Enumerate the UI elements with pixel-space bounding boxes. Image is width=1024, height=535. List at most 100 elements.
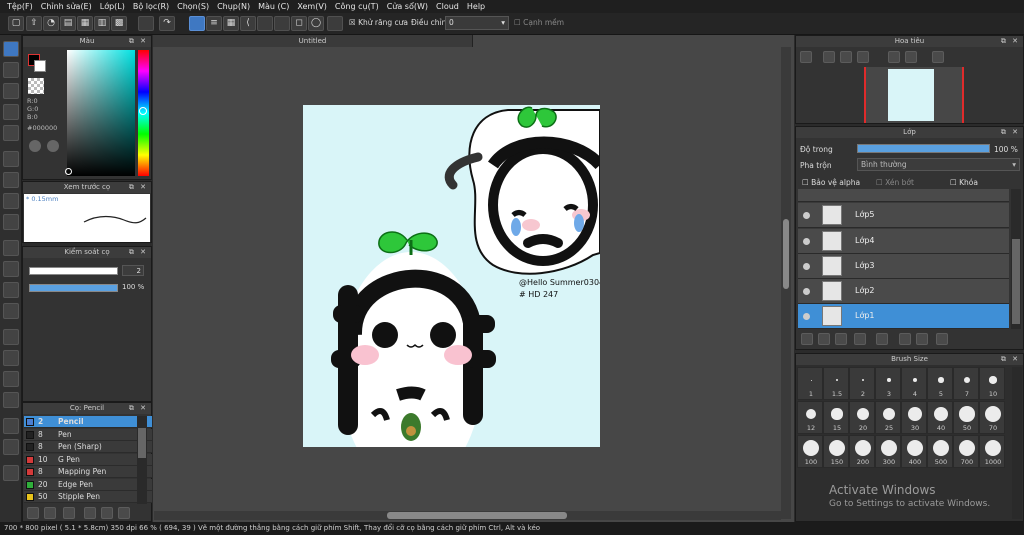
visibility-icon[interactable] [803, 263, 810, 270]
visibility-icon[interactable] [803, 238, 810, 245]
scrollbar-thumb[interactable] [138, 428, 146, 458]
adjust-select[interactable]: 0 ▾ [445, 16, 509, 30]
menu-item[interactable]: Bộ lọc(R) [129, 2, 173, 11]
brush-size-value[interactable]: 2 [122, 265, 144, 276]
brush-item[interactable]: 20 Edge Pen [24, 478, 152, 491]
flip-icon[interactable] [932, 51, 944, 63]
brush-item[interactable]: 8 Pen (Sharp) [24, 441, 152, 453]
tool-19[interactable] [3, 439, 19, 455]
brush-size-cell[interactable]: 400 [901, 435, 927, 468]
snap-off-button[interactable] [189, 16, 205, 31]
tool-13[interactable] [3, 303, 19, 319]
brush-size-cell[interactable]: 40 [927, 401, 953, 434]
tool-10[interactable] [3, 240, 19, 256]
menu-item[interactable]: Màu (C) [254, 2, 293, 11]
brush-size-cell[interactable]: 4 [901, 367, 927, 400]
brush-size-cell[interactable]: 12 [797, 401, 823, 434]
canvas-hscroll[interactable] [154, 511, 781, 520]
canvas-vscroll[interactable] [781, 47, 791, 519]
tool-18[interactable] [3, 418, 19, 434]
menu-item[interactable]: Cloud [432, 2, 463, 11]
brush-size-cell[interactable]: 70 [979, 401, 1005, 434]
brush-size-cell[interactable]: 700 [953, 435, 979, 468]
new-file-button[interactable]: ▢ [8, 16, 24, 31]
layer-menu-icon[interactable] [854, 333, 866, 345]
brush-list-scrollbar[interactable] [137, 416, 147, 504]
tool-4[interactable] [3, 104, 19, 120]
brush-size-cell[interactable]: 7 [953, 367, 979, 400]
folder-icon[interactable] [876, 333, 888, 345]
export-button[interactable]: ⇧ [26, 16, 42, 31]
navigator-view[interactable] [864, 67, 964, 123]
soft-edge-checkbox[interactable]: ☐ Cạnh mềm [514, 18, 564, 27]
close-icon[interactable]: ⧉ ✕ [129, 403, 148, 414]
hue-handle[interactable] [139, 107, 147, 115]
tool-12[interactable] [3, 282, 19, 298]
merge-layer-icon[interactable] [916, 333, 928, 345]
delete-layer-icon[interactable] [936, 333, 948, 345]
menu-item[interactable]: Xem(V) [293, 2, 331, 11]
visibility-icon[interactable] [803, 313, 810, 320]
close-icon[interactable]: ⧉ ✕ [1001, 127, 1020, 138]
brush-size-cell[interactable]: 2 [849, 367, 875, 400]
scrollbar-thumb[interactable] [1012, 239, 1020, 324]
speech-icon-button[interactable]: ◔ [43, 16, 59, 31]
image-button[interactable]: ▦ [77, 16, 93, 31]
brush-size-cell[interactable]: 150 [823, 435, 849, 468]
menu-item[interactable]: Lớp(L) [96, 2, 129, 11]
gradient-tool[interactable] [3, 193, 19, 209]
snap-curve-button[interactable] [274, 16, 290, 31]
snap-ellipse-button[interactable]: ◻ [291, 16, 307, 31]
brush-size-cell[interactable]: 10 [979, 367, 1005, 400]
brush-size-cell[interactable]: 30 [901, 401, 927, 434]
menu-item[interactable]: Help [463, 2, 489, 11]
brush-size-cell[interactable]: 5 [927, 367, 953, 400]
alpha-checkbox[interactable]: ☐ Bảo vệ alpha [802, 178, 860, 187]
saturation-value-picker[interactable] [67, 50, 135, 176]
menu-item[interactable]: Chọn(S) [173, 2, 213, 11]
undo-button[interactable] [138, 16, 154, 31]
rotate-left-icon[interactable] [888, 51, 900, 63]
brush-tool[interactable] [3, 41, 19, 57]
add-layer-1bit-icon[interactable] [835, 333, 847, 345]
rotate-right-icon[interactable] [905, 51, 917, 63]
brush-item[interactable]: 8 Mapping Pen [24, 466, 152, 478]
tool-17[interactable] [3, 392, 19, 408]
visibility-icon[interactable] [803, 288, 810, 295]
add-layer-icon[interactable] [801, 333, 813, 345]
brush-size-cell[interactable]: 500 [927, 435, 953, 468]
brush-size-cell[interactable]: 1000 [979, 435, 1005, 468]
layer-row-partial[interactable] [798, 189, 1009, 202]
brush-size-cell[interactable]: 300 [875, 435, 901, 468]
brush-size-scrollbar[interactable] [1012, 367, 1022, 519]
layer-row[interactable]: Lớp3 [798, 254, 1009, 279]
close-icon[interactable]: ⧉ ✕ [1001, 36, 1020, 47]
opacity-slider[interactable] [857, 144, 990, 153]
zoom-in-icon[interactable] [800, 51, 812, 63]
zoom-out-icon[interactable] [823, 51, 835, 63]
hscroll-thumb[interactable] [387, 512, 567, 519]
brush-item[interactable]: 2 Pencil [24, 416, 152, 428]
brush-item[interactable]: 50 Stipple Pen [24, 491, 152, 503]
layer-row[interactable]: Lớp5 [798, 203, 1009, 228]
layer-row[interactable]: Lớp2 [798, 279, 1009, 304]
artboard[interactable]: @Hello Summer0304 # HD 247 [303, 105, 605, 488]
close-icon[interactable]: ⧉ ✕ [1001, 354, 1020, 365]
add-brush-icon[interactable] [27, 507, 39, 519]
antialias-checkbox[interactable]: ☒ Khử răng cưa [349, 18, 408, 27]
brush-size-cell[interactable]: 200 [849, 435, 875, 468]
snap-circle-button[interactable]: ◯ [308, 16, 324, 31]
tool-15[interactable] [3, 350, 19, 366]
close-icon[interactable]: ⧉ ✕ [129, 36, 148, 47]
tool-11[interactable] [3, 261, 19, 277]
transparent-swatch[interactable] [28, 78, 44, 94]
hue-slider[interactable] [138, 50, 149, 176]
brush-size-slider[interactable] [29, 267, 118, 275]
select-tool[interactable] [3, 83, 19, 99]
tool-9[interactable] [3, 214, 19, 230]
blend-select[interactable]: Bình thường ▾ [857, 158, 1020, 171]
copy-brush-icon[interactable] [44, 507, 56, 519]
delete-icon[interactable] [118, 507, 130, 519]
layer-scrollbar[interactable] [1011, 189, 1021, 329]
menu-item[interactable]: Cửa sổ(W) [383, 2, 432, 11]
